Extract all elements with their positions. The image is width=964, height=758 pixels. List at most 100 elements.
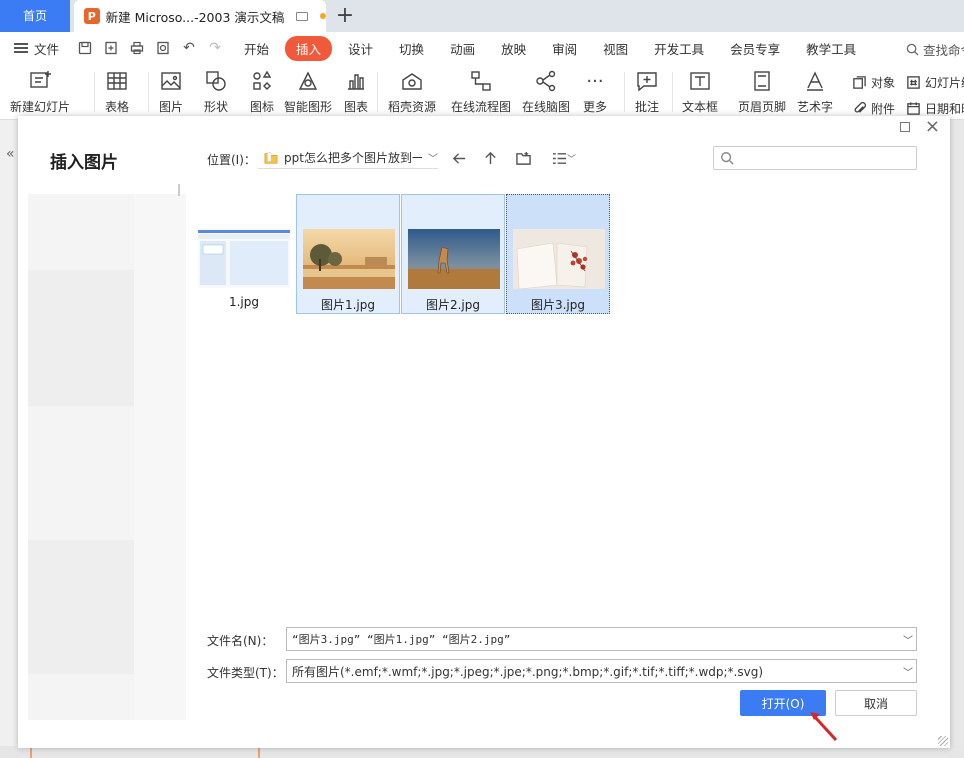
table-icon [104, 68, 130, 94]
file-item[interactable]: 1.jpg [192, 194, 296, 314]
command-search[interactable]: 查找命令 [906, 40, 964, 59]
icons-label: 图标 [249, 100, 274, 114]
quick-access-toolbar: ↶ ↷ [74, 37, 226, 59]
print-preview-icon[interactable] [152, 37, 174, 59]
more-dots-icon: ··· [586, 70, 604, 92]
resize-grip-icon[interactable] [938, 736, 948, 746]
table-button[interactable]: 表格 [104, 68, 130, 115]
new-folder-button[interactable] [514, 149, 532, 167]
comment-label: 批注 [634, 100, 659, 114]
file-search-input[interactable] [713, 146, 917, 170]
wordart-icon [802, 68, 828, 94]
file-item[interactable]: 图片3.jpg [506, 194, 610, 314]
filename-label: 文件名(N)： [207, 634, 274, 648]
attachment-label: 附件 [871, 102, 896, 116]
annotation-arrow-icon [810, 712, 838, 742]
file-thumbnail [408, 229, 500, 289]
tab-teaching[interactable]: 教学工具 [796, 36, 866, 61]
chevron-down-icon[interactable]: ﹀ [900, 632, 916, 647]
docer-resources-label: 稻壳资源 [388, 100, 437, 114]
slide-number-button[interactable]: 幻灯片编号 [906, 74, 964, 91]
tab-view[interactable]: 视图 [593, 36, 638, 61]
arrow-left-icon [452, 152, 465, 164]
online-mindmap-button[interactable]: 在线脑图 [522, 68, 570, 115]
icons-button[interactable]: 图标 [249, 68, 275, 115]
date-time-label: 日期和时间 [925, 102, 964, 116]
menu-tabs: 开始 插入 设计 切换 动画 放映 审阅 视图 开发工具 会员专享 教学工具 [234, 35, 872, 61]
filetype-select[interactable]: 所有图片(*.emf;*.wmf;*.jpg;*.jpeg;*.jpe;*.pn… [286, 659, 917, 683]
undo-icon[interactable]: ↶ [178, 37, 200, 59]
collapse-panel-icon[interactable]: « [6, 146, 15, 162]
chart-button[interactable]: 图表 [343, 68, 369, 115]
sidebar-scrollbar[interactable] [178, 184, 180, 196]
tab-transition[interactable]: 切换 [389, 36, 434, 61]
list-view-icon [552, 152, 567, 164]
view-mode-button[interactable]: ﹀ [548, 149, 580, 167]
filename-input[interactable]: “图片3.jpg” “图片1.jpg” “图片2.jpg” ﹀ [286, 627, 917, 651]
ribbon-divider [148, 72, 149, 112]
chevron-down-icon: ﹀ [428, 154, 438, 165]
tab-document[interactable]: P 新建 Microso...-2003 演示文稿 [74, 0, 326, 32]
attachment-button[interactable]: 附件 [852, 100, 895, 117]
tab-animation[interactable]: 动画 [440, 36, 485, 61]
textbox-label: 文本框 [682, 100, 719, 114]
tab-start[interactable]: 开始 [234, 36, 279, 61]
textbox-button[interactable]: 文本框 [682, 68, 718, 115]
object-button[interactable]: 对象 [852, 74, 895, 91]
wordart-button[interactable]: 艺术字 [797, 68, 833, 115]
back-button[interactable] [450, 149, 468, 167]
maximize-icon[interactable] [900, 122, 910, 132]
more-button[interactable]: ··· 更多 [582, 68, 608, 115]
new-tab-plus-icon[interactable]: + [334, 3, 356, 29]
date-time-button[interactable]: 日期和时间 [906, 100, 964, 117]
file-name: 图片1.jpg [320, 298, 376, 312]
tab-insert[interactable]: 插入 [285, 35, 333, 61]
tab-review[interactable]: 审阅 [542, 36, 587, 61]
redo-icon[interactable]: ↷ [204, 37, 226, 59]
slide-panel-background [0, 120, 18, 758]
monitor-icon[interactable] [296, 11, 309, 21]
shapes-button[interactable]: 形状 [203, 68, 229, 115]
new-slide-button[interactable]: 新建幻灯片 [10, 68, 70, 115]
shapes-label: 形状 [203, 100, 228, 114]
tab-developer[interactable]: 开发工具 [644, 36, 714, 61]
wordart-label: 艺术字 [797, 100, 834, 114]
online-flowchart-button[interactable]: 在线流程图 [451, 68, 511, 115]
close-icon[interactable]: × [925, 117, 940, 137]
calendar-icon [907, 102, 920, 115]
comment-button[interactable]: 批注 [634, 68, 660, 115]
file-menu-label: 文件 [34, 41, 60, 57]
tab-slideshow[interactable]: 放映 [491, 36, 536, 61]
cancel-button[interactable]: 取消 [835, 690, 917, 716]
file-item[interactable]: 图片2.jpg [401, 194, 505, 314]
docer-resources-button[interactable]: 稻壳资源 [388, 68, 436, 115]
comment-icon [634, 68, 660, 94]
file-menu[interactable]: 文件 [0, 39, 72, 58]
ribbon-toolbar: 新建幻灯片 表格 图片 形状 图标 智能图形 图表 稻壳资源 在线流程图 在线脑… [0, 64, 964, 120]
dialog-title: 插入图片 [50, 153, 118, 173]
folder-icon [264, 151, 278, 164]
insert-picture-dialog: × 插入图片 位置(I)： ppt怎么把多个图片放到一 ﹀ ﹀ 1.jpg 图片… [18, 116, 950, 748]
tab-home[interactable]: 首页 [0, 0, 70, 32]
file-thumbnail [303, 229, 395, 289]
export-pdf-icon[interactable] [100, 37, 122, 59]
file-name: 1.jpg [228, 295, 260, 309]
object-icon [853, 76, 866, 89]
header-footer-button[interactable]: 页眉页脚 [738, 68, 786, 115]
picture-button[interactable]: 图片 [158, 68, 184, 115]
up-button[interactable] [481, 149, 499, 167]
menu-bar: 文件 ↶ ↷ 开始 插入 设计 切换 动画 放映 审阅 视图 开发工具 会员专享… [0, 32, 964, 64]
mindmap-icon [533, 68, 559, 94]
smartart-button[interactable]: 智能图形 [284, 68, 332, 115]
tab-member[interactable]: 会员专享 [720, 36, 790, 61]
print-icon[interactable] [126, 37, 148, 59]
save-icon[interactable] [74, 37, 96, 59]
arrow-up-icon [484, 151, 496, 164]
file-item[interactable]: 图片1.jpg [296, 194, 400, 314]
slide-number-label: 幻灯片编号 [925, 76, 964, 90]
tab-design[interactable]: 设计 [338, 36, 383, 61]
filename-value: “图片3.jpg” “图片1.jpg” “图片2.jpg” [292, 633, 511, 646]
chevron-down-icon[interactable]: ﹀ [900, 664, 916, 679]
location-dropdown[interactable]: ppt怎么把多个图片放到一 ﹀ [258, 147, 438, 169]
location-path: ppt怎么把多个图片放到一 [284, 151, 422, 165]
